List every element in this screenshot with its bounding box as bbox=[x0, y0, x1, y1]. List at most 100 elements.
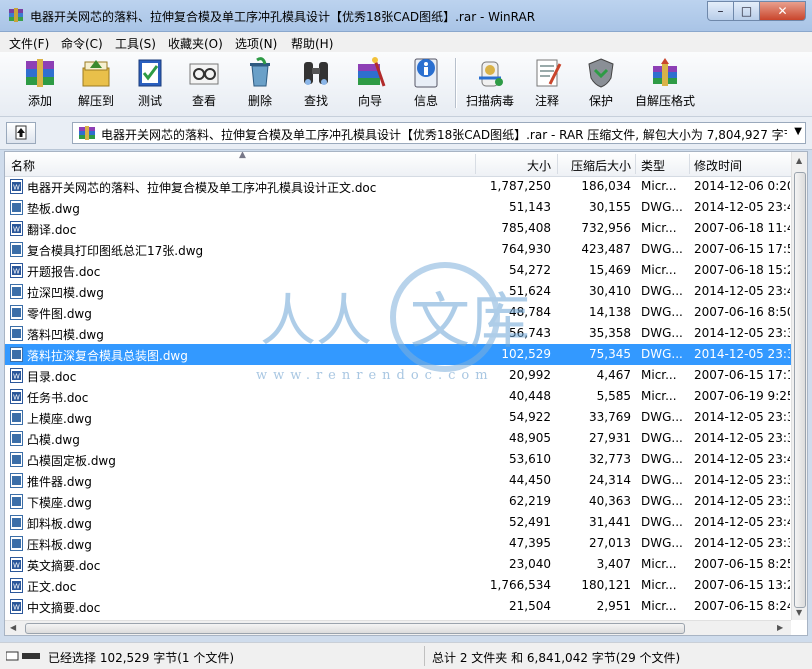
dwg-file-icon bbox=[10, 536, 23, 551]
menu-file[interactable]: 文件(F) bbox=[9, 35, 49, 52]
file-row[interactable]: 压料板.dwg 47,395 27,013 DWG... 2014-12-05 23:3… bbox=[5, 533, 791, 554]
file-packed-size: 27,931 bbox=[589, 431, 631, 445]
file-row[interactable]: 落料拉深复合模具总装图.dwg 102,529 75,345 DWG... 2014-1… bbox=[5, 344, 791, 365]
file-row[interactable]: W 电器开关网芯的落料、拉伸复合模及单工序冲孔模具设计正文.doc 1,787,25… bbox=[5, 176, 791, 197]
column-separator[interactable] bbox=[689, 154, 690, 174]
toolbar-comment-button[interactable]: 注释 bbox=[524, 54, 570, 112]
file-modified: 2014-12-05 23:47 bbox=[694, 452, 790, 466]
toolbar-protect-button[interactable]: 保护 bbox=[578, 54, 624, 112]
toolbar-find-button[interactable]: 查找 bbox=[292, 54, 340, 112]
toolbar-test-button[interactable]: 测试 bbox=[126, 54, 174, 112]
svg-text:W: W bbox=[13, 184, 20, 192]
up-folder-button[interactable] bbox=[6, 122, 36, 144]
file-size: 44,450 bbox=[509, 473, 551, 487]
column-header-type[interactable]: 类型 bbox=[641, 157, 665, 174]
file-row[interactable]: W 任务书.doc 40,448 5,585 Micr... 2007-06-19 9:2… bbox=[5, 386, 791, 407]
toolbar: 添加 解压到 测试 查看 删除 查找 向导 信息 扫描病毒 注释 保护 自解压格… bbox=[0, 52, 812, 117]
word-document-icon: W bbox=[10, 557, 23, 572]
comment-icon bbox=[536, 59, 562, 87]
file-size: 62,219 bbox=[509, 494, 551, 508]
dwg-file-icon bbox=[10, 431, 23, 446]
vertical-scrollbar[interactable]: ▲ ▼ bbox=[791, 152, 807, 620]
file-modified: 2007-06-15 17:12 bbox=[694, 368, 790, 382]
toolbar-virus-scan-button[interactable]: 扫描病毒 bbox=[460, 54, 520, 112]
archive-path-field[interactable]: 电器开关网芯的落料、拉伸复合模及单工序冲孔模具设计【优秀18张CAD图纸】.ra… bbox=[72, 122, 806, 144]
file-row[interactable]: 落料凹模.dwg 56,743 35,358 DWG... 2014-12-05 23:… bbox=[5, 323, 791, 344]
toolbar-wizard-button[interactable]: 向导 bbox=[346, 54, 394, 112]
column-header-modified[interactable]: 修改时间 bbox=[694, 157, 742, 174]
toolbar-view-button[interactable]: 查看 bbox=[180, 54, 228, 112]
horizontal-scrollbar[interactable]: ◀ ▶ bbox=[5, 620, 791, 635]
toolbar-info-button[interactable]: 信息 bbox=[402, 54, 450, 112]
file-row[interactable]: 卸料板.dwg 52,491 31,441 DWG... 2014-12-05 23:4… bbox=[5, 512, 791, 533]
file-packed-size: 15,469 bbox=[589, 263, 631, 277]
file-row[interactable]: W 翻译.doc 785,408 732,956 Micr... 2007-06-18 1… bbox=[5, 218, 791, 239]
archive-path-text: 电器开关网芯的落料、拉伸复合模及单工序冲孔模具设计【优秀18张CAD图纸】.ra… bbox=[101, 128, 787, 142]
column-header-name[interactable]: 名称 bbox=[11, 157, 35, 174]
menu-tools[interactable]: 工具(S) bbox=[115, 35, 156, 52]
menu-commands[interactable]: 命令(C) bbox=[61, 35, 103, 52]
file-type: DWG... bbox=[641, 347, 683, 361]
file-row[interactable]: 凸模固定板.dwg 53,610 32,773 DWG... 2014-12-05 23… bbox=[5, 449, 791, 470]
file-row[interactable]: W 开题报告.doc 54,272 15,469 Micr... 2007-06-18 1… bbox=[5, 260, 791, 281]
file-modified: 2007-06-15 8:25 bbox=[694, 557, 790, 571]
toolbar-extract-to-button[interactable]: 解压到 bbox=[70, 54, 122, 112]
toolbar-virus-scan-label: 扫描病毒 bbox=[465, 94, 514, 108]
file-name: 英文摘要.doc bbox=[27, 559, 101, 573]
file-type: DWG... bbox=[641, 452, 683, 466]
maximize-button[interactable]: □ bbox=[733, 1, 760, 21]
scroll-down-icon[interactable]: ▼ bbox=[796, 608, 802, 617]
file-name: 电器开关网芯的落料、拉伸复合模及单工序冲孔模具设计正文.doc bbox=[27, 181, 377, 195]
toolbar-add-button[interactable]: 添加 bbox=[14, 54, 66, 112]
status-bar: 已经选择 102,529 字节(1 个文件) 总计 2 文件夹 和 6,841,… bbox=[0, 642, 812, 669]
file-size: 23,040 bbox=[509, 557, 551, 571]
menu-options[interactable]: 选项(N) bbox=[235, 35, 277, 52]
file-type: DWG... bbox=[641, 326, 683, 340]
close-button[interactable]: ✕ bbox=[759, 1, 806, 21]
path-dropdown-icon[interactable]: ▼ bbox=[794, 126, 802, 137]
file-row[interactable]: W 正文.doc 1,766,534 180,121 Micr... 2007-06-15… bbox=[5, 575, 791, 596]
scroll-left-icon[interactable]: ◀ bbox=[10, 623, 16, 632]
column-separator[interactable] bbox=[635, 154, 636, 174]
scroll-right-icon[interactable]: ▶ bbox=[777, 623, 783, 632]
minimize-icon: – bbox=[717, 4, 724, 18]
file-row[interactable]: 零件图.dwg 48,784 14,138 DWG... 2007-06-16 8:50 bbox=[5, 302, 791, 323]
dwg-file-icon bbox=[10, 326, 23, 341]
menu-help[interactable]: 帮助(H) bbox=[291, 35, 333, 52]
column-header-size[interactable]: 大小 bbox=[475, 157, 551, 174]
file-row[interactable]: 下模座.dwg 62,219 40,363 DWG... 2014-12-05 23:3… bbox=[5, 491, 791, 512]
vertical-scroll-thumb[interactable] bbox=[794, 172, 806, 608]
file-name: 复合模具打印图纸总汇17张.dwg bbox=[27, 244, 204, 258]
file-packed-size: 3,407 bbox=[596, 557, 631, 571]
file-packed-size: 40,363 bbox=[589, 494, 631, 508]
toolbar-wizard-label: 向导 bbox=[357, 94, 382, 108]
horizontal-scroll-thumb[interactable] bbox=[25, 623, 685, 634]
file-row[interactable]: 上模座.dwg 54,922 33,769 DWG... 2014-12-05 23:3… bbox=[5, 407, 791, 428]
maximize-icon: □ bbox=[740, 4, 753, 18]
column-separator[interactable] bbox=[557, 154, 558, 174]
file-name: 正文.doc bbox=[27, 580, 77, 594]
archive-icon bbox=[79, 126, 95, 140]
file-row[interactable]: 垫板.dwg 51,143 30,155 DWG... 2014-12-05 23:47 bbox=[5, 197, 791, 218]
toolbar-delete-button[interactable]: 删除 bbox=[236, 54, 284, 112]
file-packed-size: 30,410 bbox=[589, 284, 631, 298]
file-row[interactable]: 凸模.dwg 48,905 27,931 DWG... 2014-12-05 23:39 bbox=[5, 428, 791, 449]
file-packed-size: 30,155 bbox=[589, 200, 631, 214]
title-bar[interactable]: 电器开关网芯的落料、拉伸复合模及单工序冲孔模具设计【优秀18张CAD图纸】.ra… bbox=[0, 0, 812, 32]
file-type: DWG... bbox=[641, 305, 683, 319]
file-packed-size: 180,121 bbox=[581, 578, 631, 592]
word-document-icon: W bbox=[10, 179, 23, 194]
file-row[interactable]: 推件器.dwg 44,450 24,314 DWG... 2014-12-05 23:3… bbox=[5, 470, 791, 491]
scroll-up-icon[interactable]: ▲ bbox=[796, 156, 802, 165]
file-size: 54,272 bbox=[509, 263, 551, 277]
svg-text:W: W bbox=[13, 394, 20, 402]
toolbar-sfx-button[interactable]: 自解压格式 bbox=[630, 54, 700, 112]
file-size: 51,143 bbox=[509, 200, 551, 214]
minimize-button[interactable]: – bbox=[707, 1, 734, 21]
file-row[interactable]: 拉深凹模.dwg 51,624 30,410 DWG... 2014-12-05 23:… bbox=[5, 281, 791, 302]
file-row[interactable]: W 中文摘要.doc 21,504 2,951 Micr... 2007-06-15 8:… bbox=[5, 596, 791, 617]
file-row[interactable]: 复合模具打印图纸总汇17张.dwg 764,930 423,487 DWG... 200… bbox=[5, 239, 791, 260]
file-row[interactable]: W 英文摘要.doc 23,040 3,407 Micr... 2007-06-15 8:… bbox=[5, 554, 791, 575]
menu-favorites[interactable]: 收藏夹(O) bbox=[168, 35, 223, 52]
column-header-packed[interactable]: 压缩后大小 bbox=[559, 157, 631, 174]
